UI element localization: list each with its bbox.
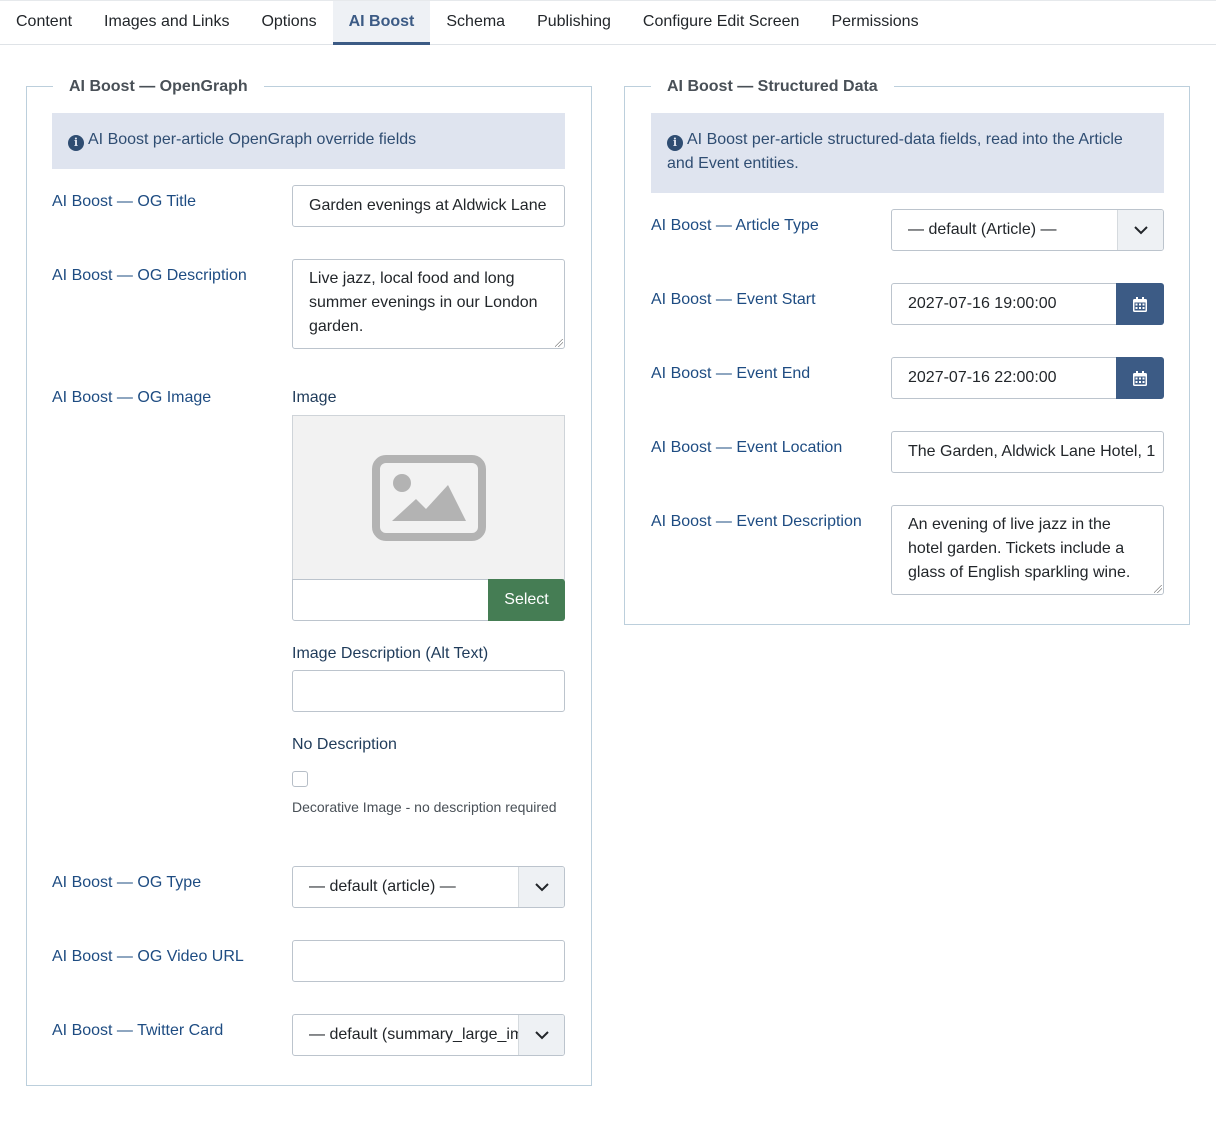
- og-image-label: AI Boost — OG Image: [52, 389, 212, 406]
- structured-data-fieldset: AI Boost — Structured Data i AI Boost per…: [624, 75, 1190, 625]
- tab-permissions[interactable]: Permissions: [815, 1, 934, 45]
- info-icon: i: [667, 135, 683, 151]
- no-description-label: No Description: [292, 736, 397, 753]
- tab-configure-edit-screen[interactable]: Configure Edit Screen: [627, 1, 816, 45]
- decorative-image-hint: Decorative Image - no description requir…: [292, 799, 557, 815]
- opengraph-legend: AI Boost — OpenGraph: [53, 75, 264, 99]
- og-title-label: AI Boost — OG Title: [52, 193, 197, 210]
- resize-grip-icon[interactable]: [1154, 585, 1162, 593]
- event-start-calendar-button[interactable]: [1116, 283, 1164, 325]
- event-start-input[interactable]: 2027-07-16 19:00:00: [891, 283, 1118, 325]
- event-location-input[interactable]: The Garden, Aldwick Lane Hotel, 1: [891, 431, 1164, 473]
- calendar-icon: [1133, 296, 1147, 312]
- tab-options[interactable]: Options: [245, 1, 332, 45]
- tab-ai-boost[interactable]: AI Boost: [332, 1, 431, 45]
- tab-schema[interactable]: Schema: [430, 1, 521, 45]
- event-description-textarea[interactable]: An evening of live jazz in the hotel gar…: [891, 505, 1164, 595]
- event-description-text: An evening of live jazz in the hotel gar…: [908, 516, 1131, 581]
- select-image-button[interactable]: Select: [488, 579, 565, 621]
- og-description-text: Live jazz, local food and long summer ev…: [309, 270, 538, 335]
- event-description-label: AI Boost — Event Description: [651, 513, 862, 530]
- twitter-card-label: AI Boost — Twitter Card: [52, 1022, 224, 1039]
- og-type-label: AI Boost — OG Type: [52, 874, 202, 891]
- tab-content[interactable]: Content: [0, 1, 88, 45]
- event-location-label: AI Boost — Event Location: [651, 439, 843, 456]
- tab-bar: Content Images and Links Options AI Boos…: [0, 0, 1216, 45]
- tab-publishing[interactable]: Publishing: [521, 1, 627, 45]
- alt-text-label: Image Description (Alt Text): [292, 645, 489, 662]
- og-type-value: — default (article) —: [309, 878, 456, 895]
- info-icon: i: [68, 135, 84, 151]
- chevron-down-icon: [518, 1015, 564, 1055]
- twitter-card-select[interactable]: — default (summary_large_image) —: [292, 1014, 565, 1056]
- chevron-down-icon: [1117, 210, 1163, 250]
- article-type-select[interactable]: — default (Article) —: [891, 209, 1164, 251]
- image-field-label: Image: [292, 389, 337, 406]
- image-preview: [292, 415, 565, 580]
- chevron-down-icon: [518, 867, 564, 907]
- event-end-input[interactable]: 2027-07-16 22:00:00: [891, 357, 1118, 399]
- tab-images-and-links[interactable]: Images and Links: [88, 1, 245, 45]
- resize-grip-icon[interactable]: [555, 339, 563, 347]
- event-end-label: AI Boost — Event End: [651, 365, 811, 382]
- alt-text-input[interactable]: [292, 670, 565, 712]
- image-placeholder-icon: [372, 455, 486, 541]
- article-type-label: AI Boost — Article Type: [651, 217, 819, 234]
- no-description-checkbox[interactable]: [292, 771, 308, 787]
- og-video-url-label: AI Boost — OG Video URL: [52, 948, 244, 965]
- structured-info-alert: i AI Boost per-article structured-data fi…: [651, 113, 1164, 193]
- calendar-icon: [1133, 370, 1147, 386]
- opengraph-info-text: AI Boost per-article OpenGraph override …: [88, 131, 417, 148]
- og-description-label: AI Boost — OG Description: [52, 267, 247, 284]
- og-type-select[interactable]: — default (article) —: [292, 866, 565, 908]
- opengraph-fieldset: AI Boost — OpenGraph i AI Boost per-artic…: [26, 75, 592, 1086]
- image-path-input[interactable]: [292, 579, 489, 621]
- structured-data-legend: AI Boost — Structured Data: [651, 75, 894, 99]
- og-description-textarea[interactable]: Live jazz, local food and long summer ev…: [292, 259, 565, 349]
- event-start-label: AI Boost — Event Start: [651, 291, 816, 308]
- opengraph-info-alert: i AI Boost per-article OpenGraph override…: [52, 113, 565, 169]
- og-title-input[interactable]: Garden evenings at Aldwick Lane: [292, 185, 565, 227]
- structured-info-text: AI Boost per-article structured-data fie…: [667, 131, 1123, 172]
- og-video-url-input[interactable]: [292, 940, 565, 982]
- twitter-card-value: — default (summary_large_image) —: [309, 1026, 518, 1043]
- event-end-calendar-button[interactable]: [1116, 357, 1164, 399]
- article-type-value: — default (Article) —: [908, 221, 1057, 238]
